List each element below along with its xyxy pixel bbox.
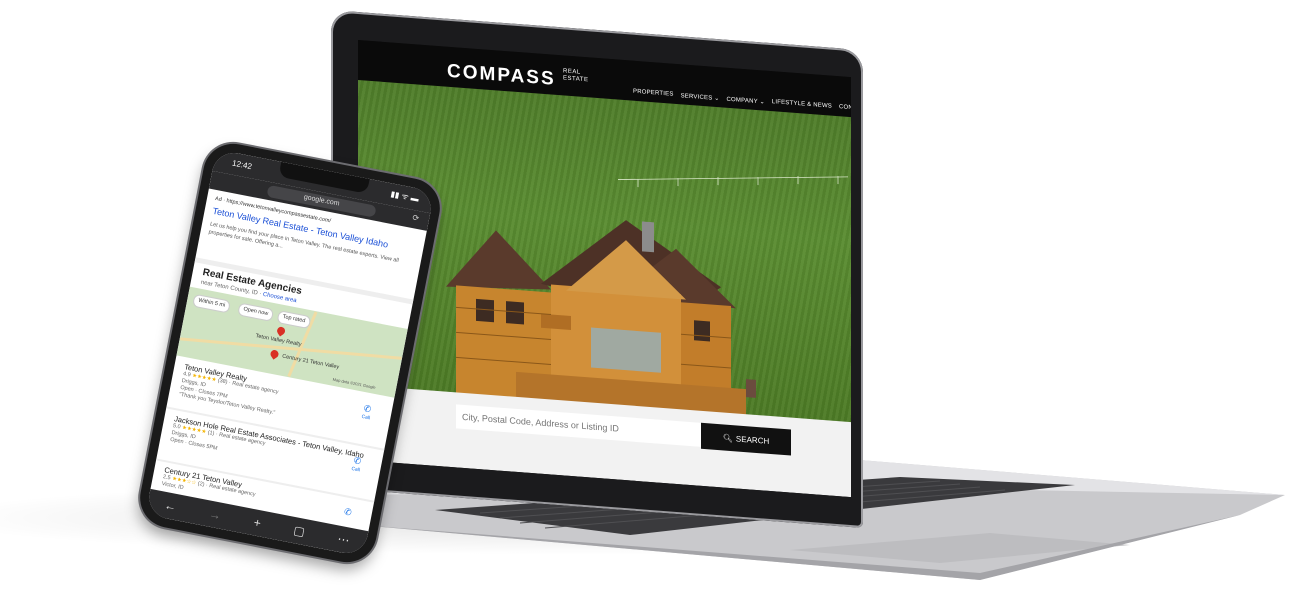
hero-image: [358, 80, 851, 428]
nav-contact[interactable]: CONTACT: [839, 104, 851, 113]
nav-services[interactable]: SERVICES ⌄: [681, 92, 720, 102]
tabs-icon[interactable]: ▢: [292, 523, 306, 539]
status-icons: ▮▮ ᯤ ▬: [389, 189, 420, 204]
compass-logo[interactable]: COMPASS: [447, 61, 556, 91]
nav-lifestyle-news[interactable]: LIFESTYLE & NEWS: [772, 99, 832, 111]
forward-icon[interactable]: →: [208, 507, 222, 523]
search-input[interactable]: [456, 404, 713, 448]
new-tab-icon[interactable]: +: [252, 515, 262, 530]
search-icon: 🔍︎: [722, 432, 733, 443]
chip-open-now[interactable]: Open now: [237, 302, 275, 322]
nav-company[interactable]: COMPANY ⌄: [727, 96, 765, 106]
back-icon[interactable]: ←: [163, 498, 177, 514]
map-pin-icon[interactable]: [268, 348, 281, 360]
phone-icon: ✆: [352, 455, 363, 467]
phone-icon: ✆: [362, 403, 373, 415]
search-button[interactable]: 🔍︎ SEARCH: [701, 422, 791, 456]
search-button-label: SEARCH: [735, 433, 770, 446]
reload-icon[interactable]: ⟳: [412, 213, 420, 223]
map-pin-icon[interactable]: [275, 325, 287, 337]
more-icon[interactable]: ⋯: [336, 532, 350, 548]
logo-subtitle: REAL ESTATE: [563, 68, 589, 84]
chip-within-5mi[interactable]: Within 5 mi: [192, 293, 232, 314]
map-credit: Map data ©2021 Google: [332, 376, 377, 390]
log-house-image: [446, 220, 756, 420]
status-time: 12:42: [231, 158, 253, 172]
nav-properties[interactable]: PROPERTIES: [633, 89, 674, 99]
laptop-screen: COMPASS REAL ESTATE PROPERTIES SERVICES …: [358, 40, 851, 498]
